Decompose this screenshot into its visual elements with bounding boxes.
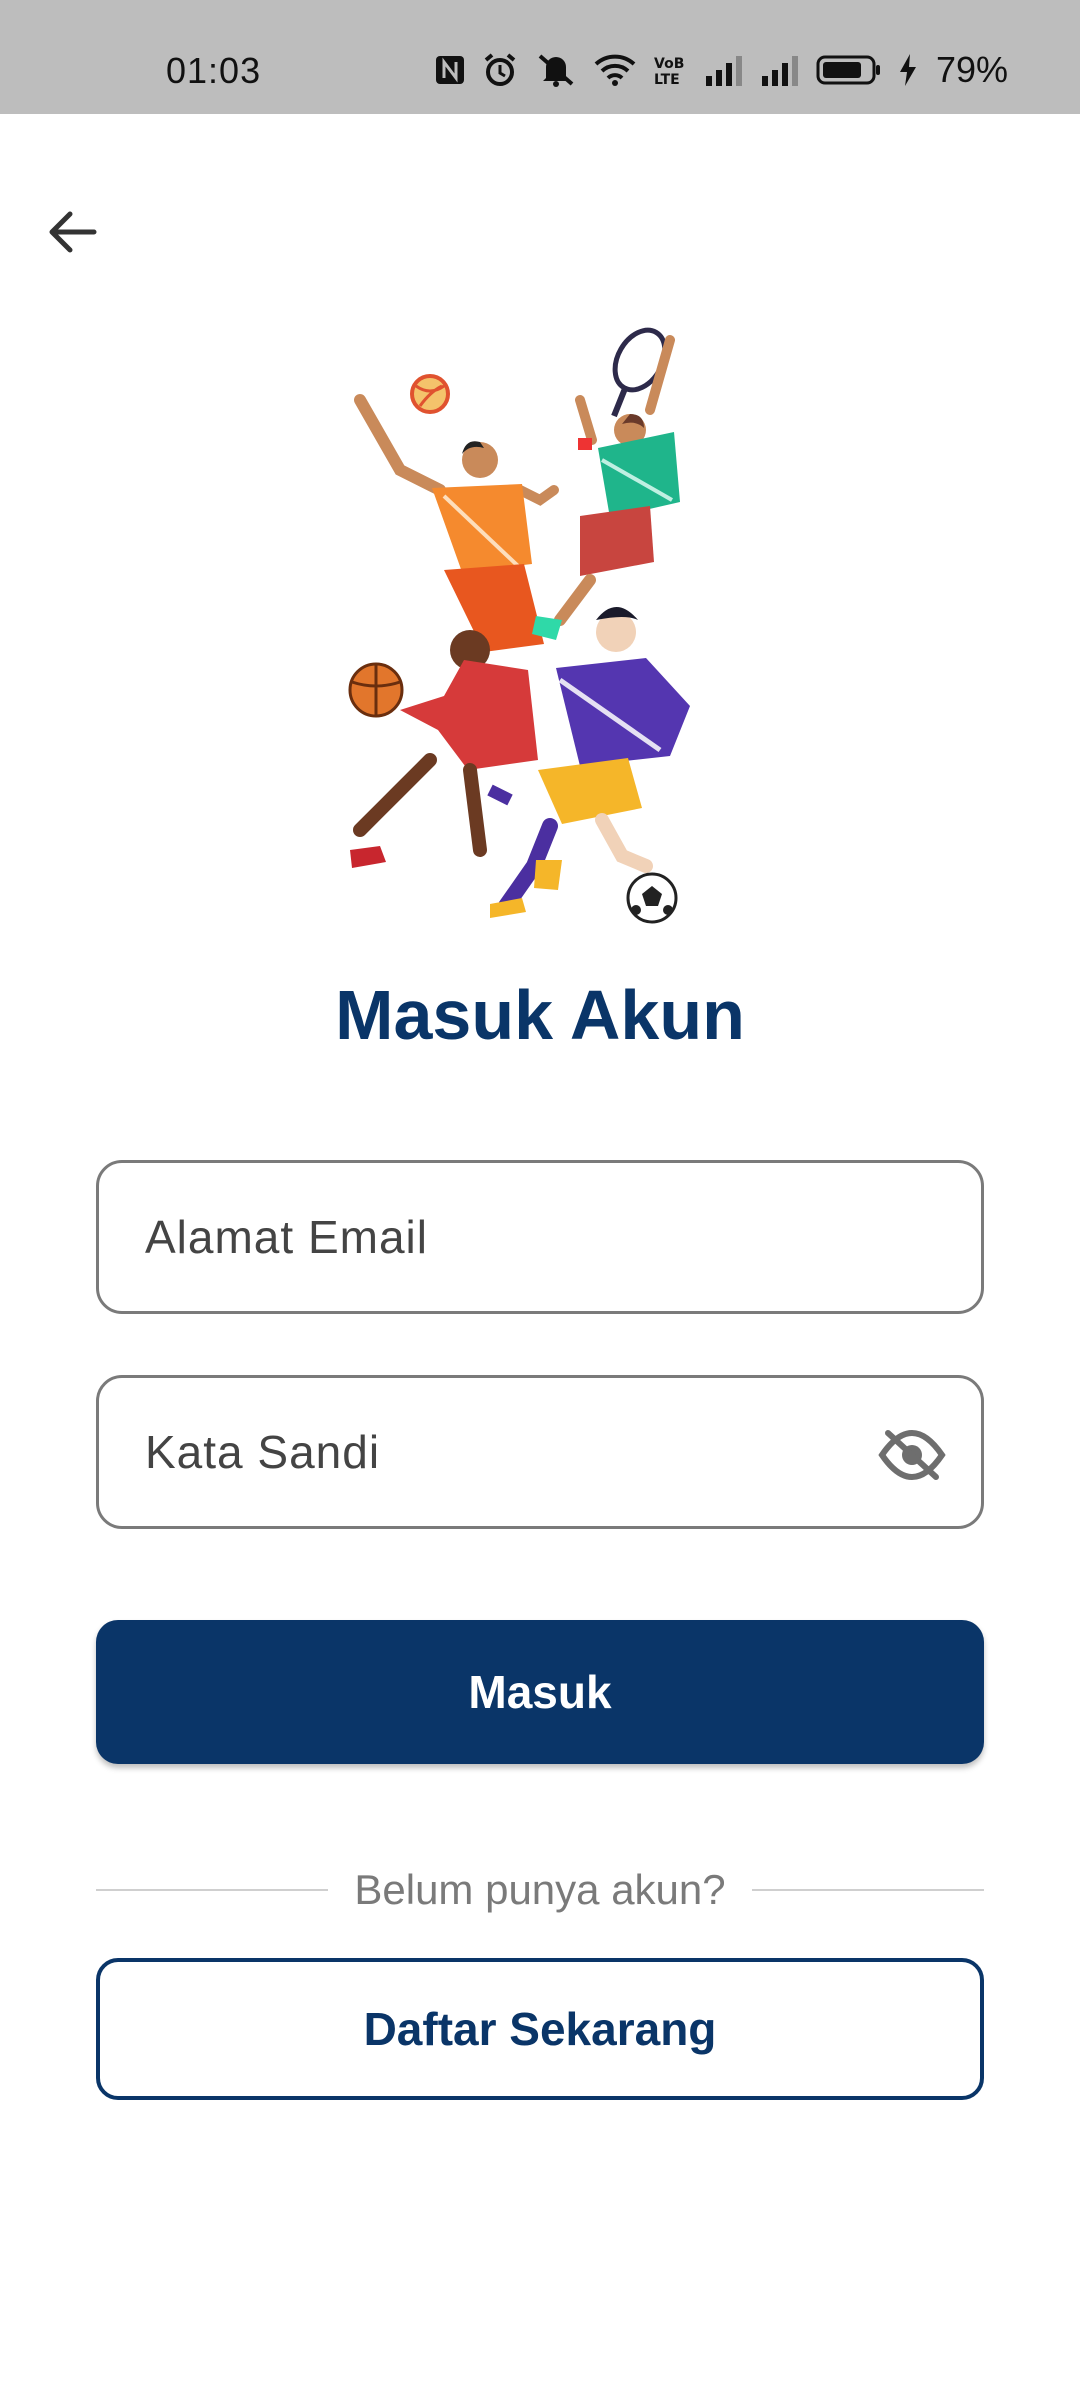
back-button[interactable] (36, 196, 108, 268)
signal-icon (705, 56, 742, 86)
email-input[interactable] (145, 1163, 905, 1311)
password-visibility-toggle[interactable] (877, 1425, 947, 1485)
battery-percent: 79% (935, 49, 1008, 90)
email-field[interactable] (96, 1160, 984, 1314)
battery-icon (816, 55, 880, 85)
svg-text:VoB: VoB (654, 56, 684, 72)
mute-icon (538, 54, 574, 87)
password-field[interactable] (96, 1375, 984, 1529)
alarm-icon (484, 53, 516, 86)
nfc-icon (435, 56, 464, 84)
arrow-left-icon (49, 211, 97, 253)
status-bar: 01:03 VoB LTE 79% (0, 0, 1080, 114)
status-icons: VoB LTE 79% (434, 48, 1008, 92)
eye-off-icon (878, 1430, 946, 1480)
divider-text: Belum punya akun? (354, 1866, 726, 1913)
divider-line-right (751, 1889, 985, 1891)
charging-icon (899, 54, 916, 86)
volte-icon: VoB LTE (654, 56, 684, 88)
register-button[interactable]: Daftar Sekarang (96, 1958, 984, 2100)
password-input[interactable] (145, 1378, 905, 1526)
divider-line-left (96, 1889, 329, 1891)
svg-text:LTE: LTE (654, 72, 680, 88)
sports-players-illustration (348, 327, 690, 924)
status-time: 01:03 (166, 50, 262, 91)
page-title: Masuk Akun (335, 976, 745, 1054)
login-button[interactable]: Masuk (96, 1620, 984, 1764)
divider: Belum punya akun? (96, 1860, 985, 1920)
wifi-icon (594, 54, 636, 86)
signal-icon (761, 56, 798, 86)
